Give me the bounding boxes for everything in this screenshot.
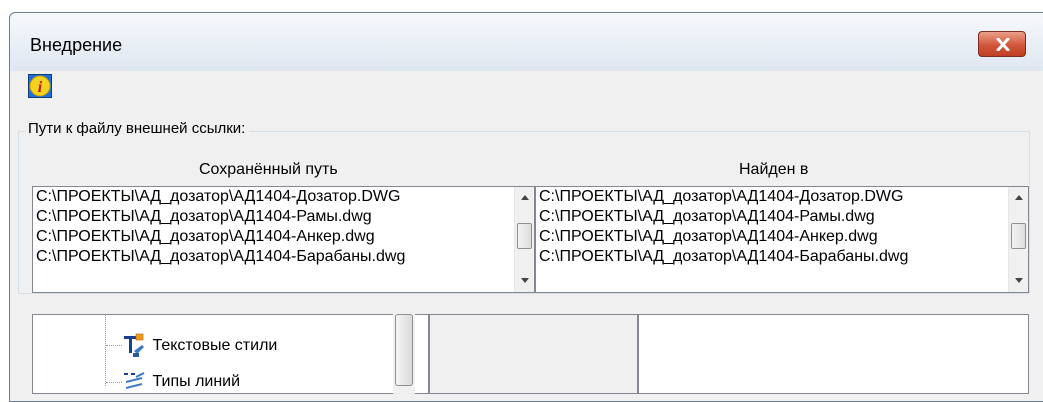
- window-title: Внедрение: [30, 35, 123, 55]
- chevron-down-icon: [1014, 277, 1023, 283]
- tree-connector: [106, 382, 122, 383]
- tree-connector: [105, 314, 106, 386]
- saved-path-header: Сохранённый путь: [199, 161, 338, 178]
- tree-item-label: Текстовые стили: [152, 337, 278, 355]
- text-style-icon: [124, 333, 144, 357]
- list-item[interactable]: C:\ПРОЕКТЫ\АД_дозатор\АД1404-Анкер.dwg: [536, 227, 1028, 247]
- linetype-icon: [124, 372, 145, 389]
- tree-item-text-styles[interactable]: Текстовые стили: [122, 333, 277, 357]
- list-item[interactable]: C:\ПРОЕКТЫ\АД_дозатор\АД1404-Рамы.dwg: [536, 207, 1028, 227]
- list-item[interactable]: C:\ПРОЕКТЫ\АД_дозатор\АД1404-Барабаны.dw…: [33, 247, 534, 267]
- scroll-down-button[interactable]: [1009, 271, 1028, 289]
- scroll-up-button[interactable]: [1009, 188, 1028, 206]
- close-icon: [996, 38, 1010, 51]
- close-button[interactable]: [978, 31, 1026, 57]
- chevron-up-icon: [1014, 194, 1023, 200]
- list-item[interactable]: C:\ПРОЕКТЫ\АД_дозатор\АД1404-Барабаны.dw…: [536, 247, 1028, 267]
- list-item[interactable]: C:\ПРОЕКТЫ\АД_дозатор\АД1404-Рамы.dwg: [33, 207, 534, 227]
- scrollbar-thumb[interactable]: [517, 223, 532, 249]
- list-item[interactable]: C:\ПРОЕКТЫ\АД_дозатор\АД1404-Дозатор.DWG: [536, 187, 1028, 207]
- tree-scrollbar[interactable]: [393, 314, 415, 394]
- scrollbar-thumb[interactable]: [395, 314, 413, 386]
- saved-path-list[interactable]: C:\ПРОЕКТЫ\АД_дозатор\АД1404-Дозатор.DWG…: [32, 186, 535, 293]
- title-bar: Внедрение: [10, 13, 1043, 71]
- found-in-header: Найден в: [739, 161, 809, 178]
- saved-path-scrollbar[interactable]: [514, 187, 534, 292]
- tree-connector: [106, 345, 122, 346]
- list-item[interactable]: C:\ПРОЕКТЫ\АД_дозатор\АД1404-Анкер.dwg: [33, 227, 534, 247]
- list-item[interactable]: C:\ПРОЕКТЫ\АД_дозатор\АД1404-Дозатор.DWG: [33, 187, 534, 207]
- svg-text:i: i: [38, 79, 43, 96]
- found-in-scrollbar[interactable]: [1008, 187, 1028, 292]
- paths-group-label: Пути к файлу внешней ссылки:: [24, 120, 250, 137]
- scrollbar-thumb[interactable]: [1011, 223, 1026, 249]
- tree-item-linetypes[interactable]: Типы линий: [122, 370, 240, 394]
- found-in-list[interactable]: C:\ПРОЕКТЫ\АД_дозатор\АД1404-Дозатор.DWG…: [535, 186, 1029, 293]
- chevron-up-icon: [520, 194, 529, 200]
- info-icon: i: [28, 74, 52, 98]
- details-pane: [638, 314, 1029, 394]
- middle-pane: [429, 314, 638, 394]
- scroll-up-button[interactable]: [515, 188, 534, 206]
- tree-item-label: Типы линий: [152, 373, 241, 391]
- scroll-down-button[interactable]: [515, 271, 534, 289]
- chevron-down-icon: [520, 277, 529, 283]
